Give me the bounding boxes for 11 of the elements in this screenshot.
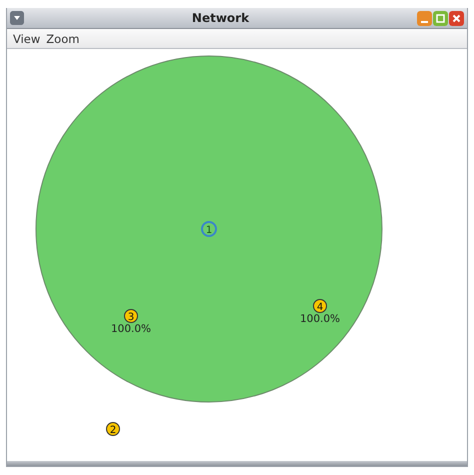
close-button[interactable] — [449, 10, 464, 26]
menu-item[interactable]: Zoom — [46, 32, 80, 46]
hub-node[interactable]: 1 — [201, 221, 217, 237]
window-title: Network — [190, 11, 250, 25]
window-menu-icon[interactable] — [10, 11, 24, 25]
station-node[interactable]: 2 — [106, 422, 120, 436]
coverage-reading: 100.0% — [300, 313, 340, 325]
menu-item[interactable]: View — [13, 32, 40, 46]
minimize-button[interactable] — [417, 10, 432, 26]
maximize-button[interactable] — [433, 10, 448, 26]
coverage-reading: 100.0% — [110, 323, 152, 335]
